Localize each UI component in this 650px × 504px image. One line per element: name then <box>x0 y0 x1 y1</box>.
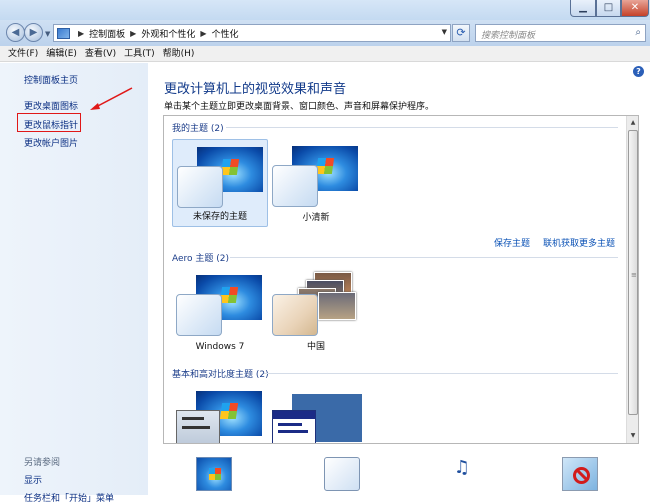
none-icon <box>573 467 590 484</box>
menu-file[interactable]: 文件(F) <box>8 46 38 61</box>
back-arrow-icon[interactable]: ◀ <box>6 23 25 42</box>
group-header-basic: 基本和高对比度主题 (2) <box>172 370 269 380</box>
chevron-right-icon[interactable]: ▶ <box>78 29 84 38</box>
vertical-scrollbar[interactable]: ▲ ≡ ▼ <box>626 116 638 443</box>
address-bar[interactable]: ▶ 控制面板 ▶ 外观和个性化 ▶ 个性化 ▼ <box>53 24 451 42</box>
close-icon: ✕ <box>630 2 640 13</box>
window-color-icon[interactable] <box>324 457 360 491</box>
window-color-preview <box>176 410 220 443</box>
breadcrumb-appearance[interactable]: 外观和个性化 <box>141 27 195 40</box>
minimize-icon: ▁ <box>579 2 587 13</box>
breadcrumb-control-panel[interactable]: 控制面板 <box>89 27 125 40</box>
scroll-up-icon[interactable]: ▲ <box>628 117 638 129</box>
navigation-bar: ◀ ▶ ▼ ▶ 控制面板 ▶ 外观和个性化 ▶ 个性化 ▼ ⟳ 搜索控制面板 ⌕ <box>0 20 650 46</box>
sidebar-item-home[interactable]: 控制面板主页 <box>24 73 78 86</box>
sidebar-item-account-picture[interactable]: 更改帐户图片 <box>24 136 78 149</box>
close-button[interactable]: ✕ <box>621 0 649 17</box>
theme-high-contrast[interactable] <box>268 384 364 443</box>
divider <box>264 373 618 374</box>
sidebar-item-desktop-icons[interactable]: 更改桌面图标 <box>24 99 78 112</box>
window-color-preview <box>272 410 316 443</box>
theme-label: 中国 <box>306 342 325 352</box>
maximize-button[interactable]: □ <box>596 0 621 17</box>
theme-xiaoqingxin[interactable]: 小清新 <box>268 139 364 227</box>
theme-list: 我的主题 (2) 未保存的主题 小清新 保存主题 联机获取更多主题 Aero 主… <box>163 115 639 444</box>
minimize-button[interactable]: ▁ <box>570 0 596 17</box>
theme-unsaved[interactable]: 未保存的主题 <box>172 139 268 227</box>
menu-view[interactable]: 查看(V) <box>85 46 116 61</box>
annotation-arrow-icon <box>90 87 133 110</box>
breadcrumb-personalization[interactable]: 个性化 <box>212 27 239 40</box>
menu-help[interactable]: 帮助(H) <box>163 46 195 61</box>
window-color-preview <box>272 294 318 336</box>
windows-logo-icon <box>219 403 239 419</box>
address-dropdown-icon[interactable]: ▼ <box>442 28 447 36</box>
recent-pages-dropdown[interactable]: ▼ <box>45 30 50 38</box>
search-placeholder: 搜索控制面板 <box>481 31 536 41</box>
see-also-taskbar[interactable]: 任务栏和「开始」菜单 <box>24 491 114 504</box>
forward-arrow-icon[interactable]: ▶ <box>24 23 43 42</box>
title-bar: ▁ □ ✕ <box>0 0 650 20</box>
theme-china[interactable]: 中国 <box>268 268 364 356</box>
save-theme-link[interactable]: 保存主题 <box>494 236 530 249</box>
search-icon[interactable]: ⌕ <box>635 27 641 38</box>
windows-logo-icon <box>209 468 221 480</box>
screen-saver-icon[interactable] <box>562 457 598 491</box>
annotation-highlight-box <box>17 113 81 132</box>
windows-logo-icon <box>220 159 240 175</box>
control-panel-icon <box>57 27 70 39</box>
menu-edit[interactable]: 编辑(E) <box>46 46 77 61</box>
maximize-icon: □ <box>603 2 614 13</box>
theme-basic[interactable] <box>172 384 268 443</box>
theme-label: 未保存的主题 <box>192 212 247 222</box>
window-color-preview <box>177 166 223 208</box>
windows-logo-icon <box>219 287 239 303</box>
search-input[interactable]: 搜索控制面板 ⌕ <box>475 24 646 42</box>
photo-thumbnail <box>318 292 356 320</box>
window-color-preview <box>272 165 318 207</box>
chevron-right-icon[interactable]: ▶ <box>200 29 206 38</box>
divider <box>230 257 618 258</box>
theme-label: Windows 7 <box>195 342 245 352</box>
theme-label: 小清新 <box>302 213 330 223</box>
window-color-preview <box>176 294 222 336</box>
divider <box>226 127 618 128</box>
sounds-icon[interactable]: ♫ <box>444 457 480 491</box>
see-also-heading: 另请参阅 <box>24 458 61 468</box>
see-also-display[interactable]: 显示 <box>24 473 42 486</box>
desktop-background-icon[interactable] <box>196 457 232 491</box>
grip-icon: ≡ <box>631 271 637 279</box>
menu-tools[interactable]: 工具(T) <box>124 46 155 61</box>
help-icon[interactable]: ? <box>633 66 644 77</box>
group-header-my-themes: 我的主题 (2) <box>172 124 224 134</box>
theme-windows-7[interactable]: Windows 7 <box>172 268 268 356</box>
chevron-right-icon[interactable]: ▶ <box>130 29 136 38</box>
windows-logo-icon <box>315 158 335 174</box>
page-description: 单击某个主题立即更改桌面背景、窗口颜色、声音和屏幕保护程序。 <box>164 102 435 112</box>
group-header-aero: Aero 主题 (2) <box>172 254 230 264</box>
menu-bar: 文件(F) 编辑(E) 查看(V) 工具(T) 帮助(H) <box>0 46 650 62</box>
get-more-themes-link[interactable]: 联机获取更多主题 <box>543 236 615 249</box>
page-title: 更改计算机上的视觉效果和声音 <box>164 82 347 97</box>
refresh-icon[interactable]: ⟳ <box>452 24 470 42</box>
scroll-down-icon[interactable]: ▼ <box>628 430 638 442</box>
scroll-thumb[interactable]: ≡ <box>628 130 638 415</box>
